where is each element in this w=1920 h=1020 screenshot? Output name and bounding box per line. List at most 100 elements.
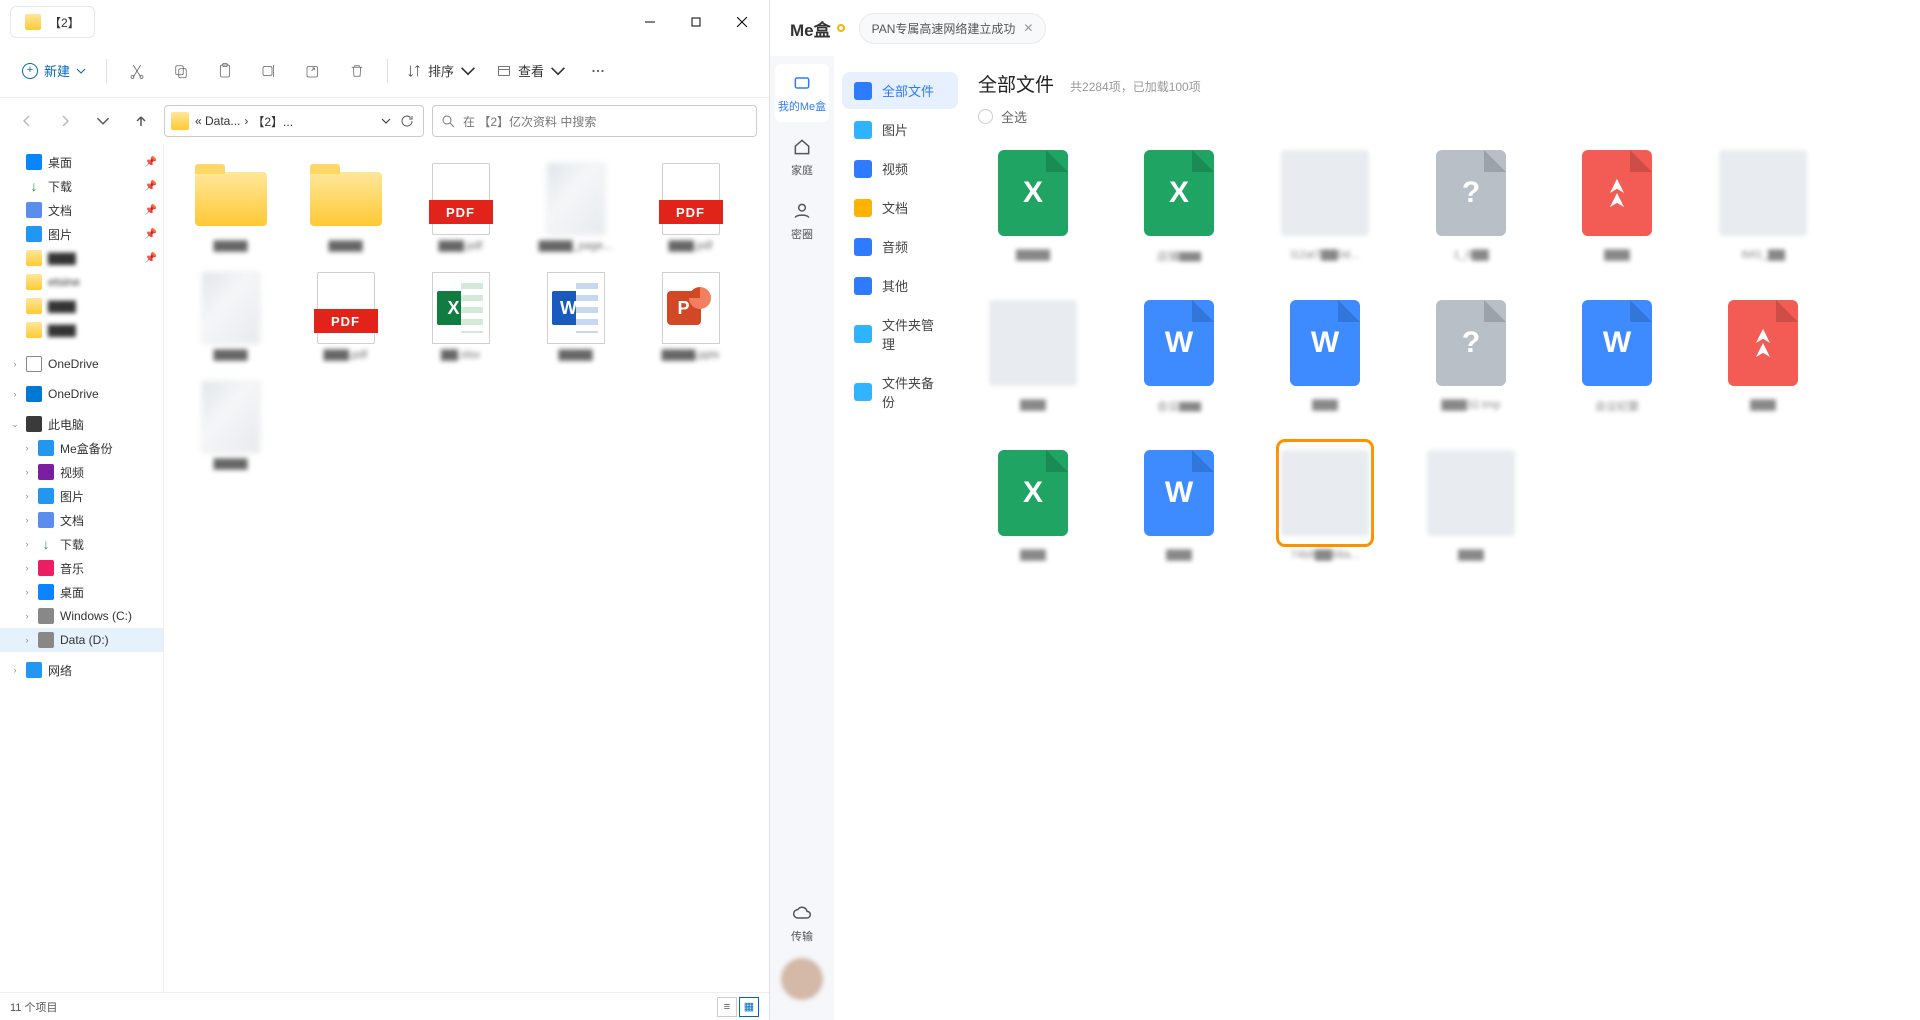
cat-videos[interactable]: 视频 bbox=[842, 150, 958, 187]
copy-button[interactable] bbox=[161, 53, 201, 89]
cloud-file-item[interactable]: l12at7▇▇0d... bbox=[1270, 144, 1380, 264]
cloud-file-item[interactable]: IMG_▇▇ bbox=[1708, 144, 1818, 264]
cloud-file-item[interactable]: X▇▇▇▇ bbox=[978, 144, 1088, 264]
nav-back-button[interactable] bbox=[12, 106, 42, 136]
file-item[interactable]: PDF▇▇▇.pdf bbox=[408, 158, 513, 257]
rail-my-box[interactable]: 我的Me盒 bbox=[775, 64, 829, 122]
nav-downloads[interactable]: ›↓下载 bbox=[0, 532, 163, 556]
cat-folder-backup[interactable]: 文件夹备份 bbox=[842, 364, 958, 420]
cloud-file-item[interactable]: ▇▇▇ bbox=[978, 294, 1088, 414]
rail-circle[interactable]: 密圈 bbox=[775, 192, 829, 250]
nav-documents[interactable]: 文档📌 bbox=[0, 198, 163, 222]
paste-button[interactable] bbox=[205, 53, 245, 89]
crumb-seg[interactable]: 【2】... bbox=[252, 113, 293, 130]
rail-family[interactable]: 家庭 bbox=[775, 128, 829, 186]
nav-pictures[interactable]: ›图片 bbox=[0, 484, 163, 508]
cloud-file-item[interactable]: X▇▇▇ bbox=[978, 444, 1088, 561]
cloud-file-thumb: W bbox=[1573, 294, 1661, 392]
file-item[interactable]: PDF▇▇▇.pdf bbox=[638, 158, 743, 257]
checkbox-icon[interactable] bbox=[978, 109, 993, 124]
cloud-file-item[interactable]: ?1_0▇▇ bbox=[1416, 144, 1526, 264]
search-input[interactable]: 在 【2】亿次资料 中搜索 bbox=[432, 105, 757, 137]
crumb-seg[interactable]: « Data... bbox=[195, 114, 240, 128]
view-grid-button[interactable]: ▦ bbox=[739, 997, 759, 1017]
rail-transfer[interactable]: 传输 bbox=[775, 894, 829, 952]
file-item[interactable]: ▇▇▇▇ bbox=[178, 158, 283, 257]
nav-documents[interactable]: ›文档 bbox=[0, 508, 163, 532]
file-item[interactable]: ▇▇▇▇ bbox=[178, 376, 283, 475]
nav-music[interactable]: ›音乐 bbox=[0, 556, 163, 580]
nav-mebox-backup[interactable]: ›Me盒备份 bbox=[0, 436, 163, 460]
cloud-file-item[interactable]: ▇▇▇ bbox=[1416, 444, 1526, 561]
cloud-file-item[interactable]: W▇▇▇ bbox=[1270, 294, 1380, 414]
cat-documents[interactable]: 文档 bbox=[842, 189, 958, 226]
file-item[interactable]: ▇▇▇▇ bbox=[293, 158, 398, 257]
file-item[interactable]: W▇▇▇▇ bbox=[523, 267, 628, 366]
maximize-button[interactable] bbox=[673, 6, 719, 38]
navigation-pane[interactable]: 桌面📌 ↓下载📌 文档📌 图片📌 ▇▇▇📌 etsine ▇▇▇ ▇▇▇ ›On… bbox=[0, 144, 164, 992]
cloud-file-item[interactable]: ▇▇▇ bbox=[1708, 294, 1818, 414]
cloud-file-item[interactable]: ▇▇▇ bbox=[1562, 144, 1672, 264]
nav-desktop[interactable]: 桌面📌 bbox=[0, 150, 163, 174]
cloud-file-item[interactable]: X店铺▇▇ bbox=[1124, 144, 1234, 264]
nav-drive-d[interactable]: ›Data (D:) bbox=[0, 628, 163, 652]
cloud-file-item[interactable]: W▇▇▇ bbox=[1124, 444, 1234, 561]
view-button[interactable]: 查看 bbox=[488, 55, 574, 86]
nav-pinned-folder[interactable]: ▇▇▇ bbox=[0, 294, 163, 318]
nav-drive-c[interactable]: ›Windows (C:) bbox=[0, 604, 163, 628]
sort-label: 排序 bbox=[428, 61, 454, 80]
nav-network[interactable]: ›网络 bbox=[0, 658, 163, 682]
app-logo[interactable]: Me盒 bbox=[790, 16, 845, 41]
address-bar[interactable]: « Data... › 【2】... bbox=[164, 105, 424, 137]
chevron-down-icon[interactable] bbox=[381, 116, 391, 126]
cloud-file-grid[interactable]: X▇▇▇▇ X店铺▇▇ l12at7▇▇0d... ?1_0▇▇ ▇▇▇ IMG_▇▇ ▇▇… bbox=[978, 144, 1910, 561]
nav-pinned-folder[interactable]: ▇▇▇ bbox=[0, 318, 163, 342]
nav-onedrive[interactable]: ›OneDrive bbox=[0, 352, 163, 376]
nav-onedrive-cloud[interactable]: ›OneDrive bbox=[0, 382, 163, 406]
file-item[interactable]: PDF▇▇▇.pdf bbox=[293, 267, 398, 366]
nav-downloads[interactable]: ↓下载📌 bbox=[0, 174, 163, 198]
window-tab[interactable]: 【2】 bbox=[10, 6, 95, 38]
cloud-file-name: l12at7▇▇0d... bbox=[1270, 248, 1380, 261]
nav-pictures[interactable]: 图片📌 bbox=[0, 222, 163, 246]
nav-forward-button[interactable] bbox=[50, 106, 80, 136]
file-item[interactable]: P▇▇▇▇.pptx bbox=[638, 267, 743, 366]
cat-all-files[interactable]: 全部文件 bbox=[842, 72, 958, 109]
nav-pinned-folder[interactable]: etsine bbox=[0, 270, 163, 294]
cloud-file-item[interactable]: 74b8▇▇68a... bbox=[1270, 444, 1380, 561]
new-button[interactable]: + 新建 bbox=[12, 55, 96, 86]
more-button[interactable] bbox=[578, 53, 618, 89]
minimize-button[interactable] bbox=[627, 6, 673, 38]
nav-up-button[interactable] bbox=[126, 106, 156, 136]
cat-other[interactable]: 其他 bbox=[842, 267, 958, 304]
file-item[interactable]: ▇▇▇▇ bbox=[178, 267, 283, 366]
status-dot-icon bbox=[837, 24, 845, 32]
cut-button[interactable] bbox=[117, 53, 157, 89]
nav-desktop[interactable]: ›桌面 bbox=[0, 580, 163, 604]
cat-pictures[interactable]: 图片 bbox=[842, 111, 958, 148]
cloud-file-name: ▇▇▇ bbox=[1124, 548, 1234, 561]
avatar[interactable] bbox=[781, 958, 823, 1000]
delete-button[interactable] bbox=[337, 53, 377, 89]
cloud-file-item[interactable]: W会议纪要 bbox=[1562, 294, 1672, 414]
header-notice-tab[interactable]: PAN专属高速网络建立成功 ✕ bbox=[859, 13, 1047, 44]
refresh-button[interactable] bbox=[397, 106, 417, 136]
file-item[interactable]: ▇▇▇▇_page... bbox=[523, 158, 628, 257]
view-details-button[interactable]: ≡ bbox=[717, 997, 737, 1017]
cat-folder-manage[interactable]: 文件夹管理 bbox=[842, 306, 958, 362]
select-all-row[interactable]: 全选 bbox=[978, 107, 1910, 126]
cat-audio[interactable]: 音频 bbox=[842, 228, 958, 265]
cloud-file-item[interactable]: W会议▇▇ bbox=[1124, 294, 1234, 414]
sort-button[interactable]: 排序 bbox=[398, 55, 484, 86]
nav-videos[interactable]: ›视频 bbox=[0, 460, 163, 484]
nav-this-pc[interactable]: ⌄此电脑 bbox=[0, 412, 163, 436]
nav-pinned-folder[interactable]: ▇▇▇📌 bbox=[0, 246, 163, 270]
nav-recent-button[interactable] bbox=[88, 106, 118, 136]
file-list[interactable]: ▇▇▇▇▇▇▇▇PDF▇▇▇.pdf▇▇▇▇_page...PDF▇▇▇.pdf… bbox=[164, 144, 769, 992]
cloud-file-item[interactable]: ?▇▇▇32.tmp bbox=[1416, 294, 1526, 414]
file-item[interactable]: X▇▇.xlsx bbox=[408, 267, 513, 366]
close-icon[interactable]: ✕ bbox=[1023, 21, 1033, 35]
close-button[interactable] bbox=[719, 6, 765, 38]
rename-button[interactable] bbox=[249, 53, 289, 89]
share-button[interactable] bbox=[293, 53, 333, 89]
